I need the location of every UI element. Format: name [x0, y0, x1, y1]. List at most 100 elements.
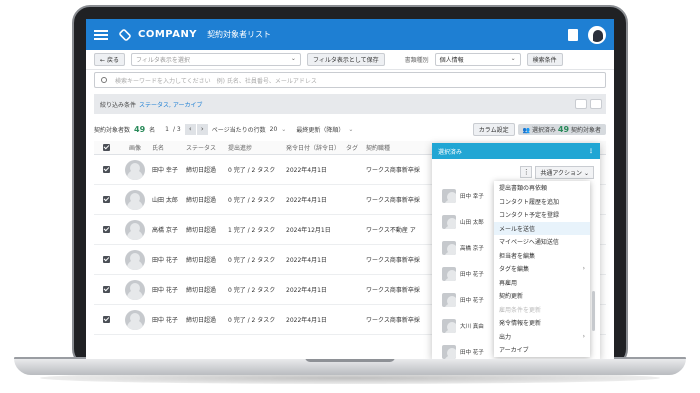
menu-item[interactable]: 再雇用 — [494, 276, 590, 290]
menu-item[interactable]: コンタクト履歴を追加 — [494, 195, 590, 209]
sort-select[interactable]: 最終更新（降順） — [296, 125, 344, 134]
column-header[interactable]: ステータス — [186, 143, 228, 152]
avatar[interactable] — [588, 25, 606, 44]
save-filter-button[interactable]: フィルタ表示として保存 — [306, 53, 385, 66]
column-header[interactable]: タグ — [346, 143, 366, 152]
menu-item[interactable]: 発令情報を更新 — [494, 316, 590, 330]
kebab-icon[interactable]: ⋮ — [588, 148, 594, 155]
panel-header: 選択済み ⋮ — [432, 143, 600, 159]
row-checkbox[interactable] — [102, 196, 110, 203]
row-status: 締切日超過 — [186, 257, 217, 264]
row-date: 2022年4月1日 — [286, 257, 327, 264]
document-icon[interactable] — [568, 28, 578, 41]
per-page-select[interactable]: 20 — [270, 126, 278, 133]
menu-item[interactable]: メールを送信 — [494, 221, 590, 235]
row-date: 2024年12月1日 — [286, 227, 331, 234]
doc-type-label: 書類種別 — [404, 57, 429, 64]
list-item[interactable]: 田中 花子 — [442, 261, 502, 287]
chevron-down-icon: ⌄ — [281, 125, 287, 133]
doc-type-select[interactable]: 個人情報 ⌄ — [434, 53, 521, 66]
logo-icon — [118, 27, 132, 42]
list-item[interactable]: 山田 太郎 — [442, 209, 502, 235]
list-item[interactable]: 高橋 京子 — [442, 235, 502, 261]
count-unit: 名 — [149, 126, 156, 134]
column-header[interactable]: 提出進捗 — [228, 143, 286, 152]
search-conditions-button[interactable]: 検索条件 — [526, 53, 563, 66]
person-name: 田中 幸子 — [460, 194, 484, 200]
page-current: 1 — [165, 125, 169, 133]
avatar — [442, 345, 456, 359]
search-input[interactable]: 検索キーワードを入力してください 例) 氏名、社員番号、メールアドレス — [94, 72, 606, 88]
person-name: 大川 真由 — [460, 324, 484, 330]
row-name[interactable]: 田中 花子 — [152, 255, 186, 264]
column-header[interactable]: 画像 — [118, 143, 152, 152]
common-action-menu: 提出書類の再依頼 コンタクト履歴を追加 コンタクト予定を登録 メールを送信 マイページへ… — [494, 181, 590, 357]
avatar — [442, 215, 456, 229]
row-name[interactable]: 山田 太郎 — [152, 195, 186, 204]
menu-item[interactable]: 出力 › — [494, 330, 590, 344]
avatar — [125, 279, 145, 300]
count-label: 契約対象者数 — [94, 126, 131, 134]
row-name[interactable]: 田中 幸子 — [152, 165, 186, 174]
chevron-down-icon: ⌄ — [348, 125, 354, 133]
row-name[interactable]: 田中 花子 — [152, 285, 186, 294]
row-name[interactable]: 高橋 京子 — [152, 225, 186, 234]
avatar — [442, 293, 456, 307]
conditions-label: 絞り込み条件 — [100, 101, 137, 109]
row-status: 締切日超過 — [186, 167, 217, 174]
row-date: 2022年4月1日 — [286, 167, 327, 174]
filter-placeholder: フィルタ表示を選択 — [135, 57, 190, 64]
swap-icon[interactable] — [590, 99, 602, 109]
menu-item[interactable]: アーカイブ — [494, 343, 590, 357]
column-header[interactable]: 発令日付（辞令日） — [286, 143, 346, 152]
row-checkbox[interactable] — [102, 286, 110, 293]
list-item[interactable]: 田中 花子 — [442, 339, 502, 359]
menu-item[interactable]: コンタクト予定を登録 — [494, 208, 590, 222]
list-item[interactable]: 田中 幸子 — [442, 183, 502, 209]
selected-badge[interactable]: 👥 選択済み 49 契約対象者 — [517, 123, 606, 135]
kebab-icon[interactable]: ⋮ — [520, 166, 533, 178]
row-progress: 0 完了 / 2 タスク — [228, 257, 276, 264]
row-status: 締切日超過 — [186, 197, 217, 204]
menu-item[interactable]: 提出書類の再依頼 — [494, 181, 590, 195]
conditions-link[interactable]: ステータス, アーカイブ — [139, 100, 202, 109]
common-action-button[interactable]: 共通アクション ⌄ — [535, 165, 594, 179]
filter-select[interactable]: フィルタ表示を選択 ⌄ — [130, 53, 301, 66]
row-progress: 1 完了 / 2 タスク — [228, 227, 276, 234]
row-checkbox[interactable] — [102, 166, 110, 173]
prev-page-button[interactable]: ‹ — [184, 123, 196, 135]
avatar — [125, 159, 145, 180]
row-checkbox[interactable] — [102, 256, 110, 263]
back-button[interactable]: ← 戻る — [94, 53, 125, 66]
menu-item[interactable]: 担当者を編集 — [494, 249, 590, 263]
row-checkbox[interactable] — [102, 316, 110, 323]
list-item[interactable]: 田中 花子 — [442, 287, 502, 313]
column-settings-button[interactable]: カラム設定 — [472, 122, 515, 136]
row-progress: 0 完了 / 2 タスク — [228, 287, 276, 294]
person-name: 田中 花子 — [460, 298, 484, 304]
scrollbar[interactable] — [592, 291, 595, 331]
filter-conditions-bar: 絞り込み条件 ステータス, アーカイブ — [94, 94, 606, 114]
logo-text: COMPANY — [138, 29, 198, 40]
select-all-checkbox[interactable] — [102, 144, 110, 151]
row-date: 2022年4月1日 — [286, 197, 327, 204]
menu-item[interactable]: 契約更新 — [494, 289, 590, 303]
row-checkbox[interactable] — [102, 226, 110, 233]
list-item[interactable]: 大川 真由 — [442, 313, 502, 339]
row-name[interactable]: 田中 花子 — [152, 315, 186, 324]
column-header[interactable]: 氏名 — [152, 143, 186, 152]
next-page-button[interactable]: › — [196, 123, 208, 135]
eraser-icon[interactable] — [575, 99, 587, 109]
menu-item[interactable]: タグを編集 › — [494, 262, 590, 276]
panel-title: 選択済み — [438, 148, 463, 156]
count-bar: 契約対象者数 49 名 1 / 3 ‹ › ページ当たりの行数 20 ⌄ 最終更… — [94, 122, 606, 136]
row-progress: 0 完了 / 2 タスク — [228, 317, 276, 324]
app-screen: COMPANY 契約対象者リスト ← 戻る フィルタ表示を選択 ⌄ フィルタ表示… — [86, 19, 614, 359]
chevron-down-icon: ⌄ — [290, 55, 296, 62]
avatar — [125, 309, 145, 330]
count-value: 49 — [134, 124, 146, 134]
menu-icon[interactable] — [94, 29, 108, 40]
avatar — [125, 249, 145, 270]
menu-item[interactable]: マイページへ通知送信 — [494, 235, 590, 249]
row-date: 2022年4月1日 — [286, 287, 327, 294]
